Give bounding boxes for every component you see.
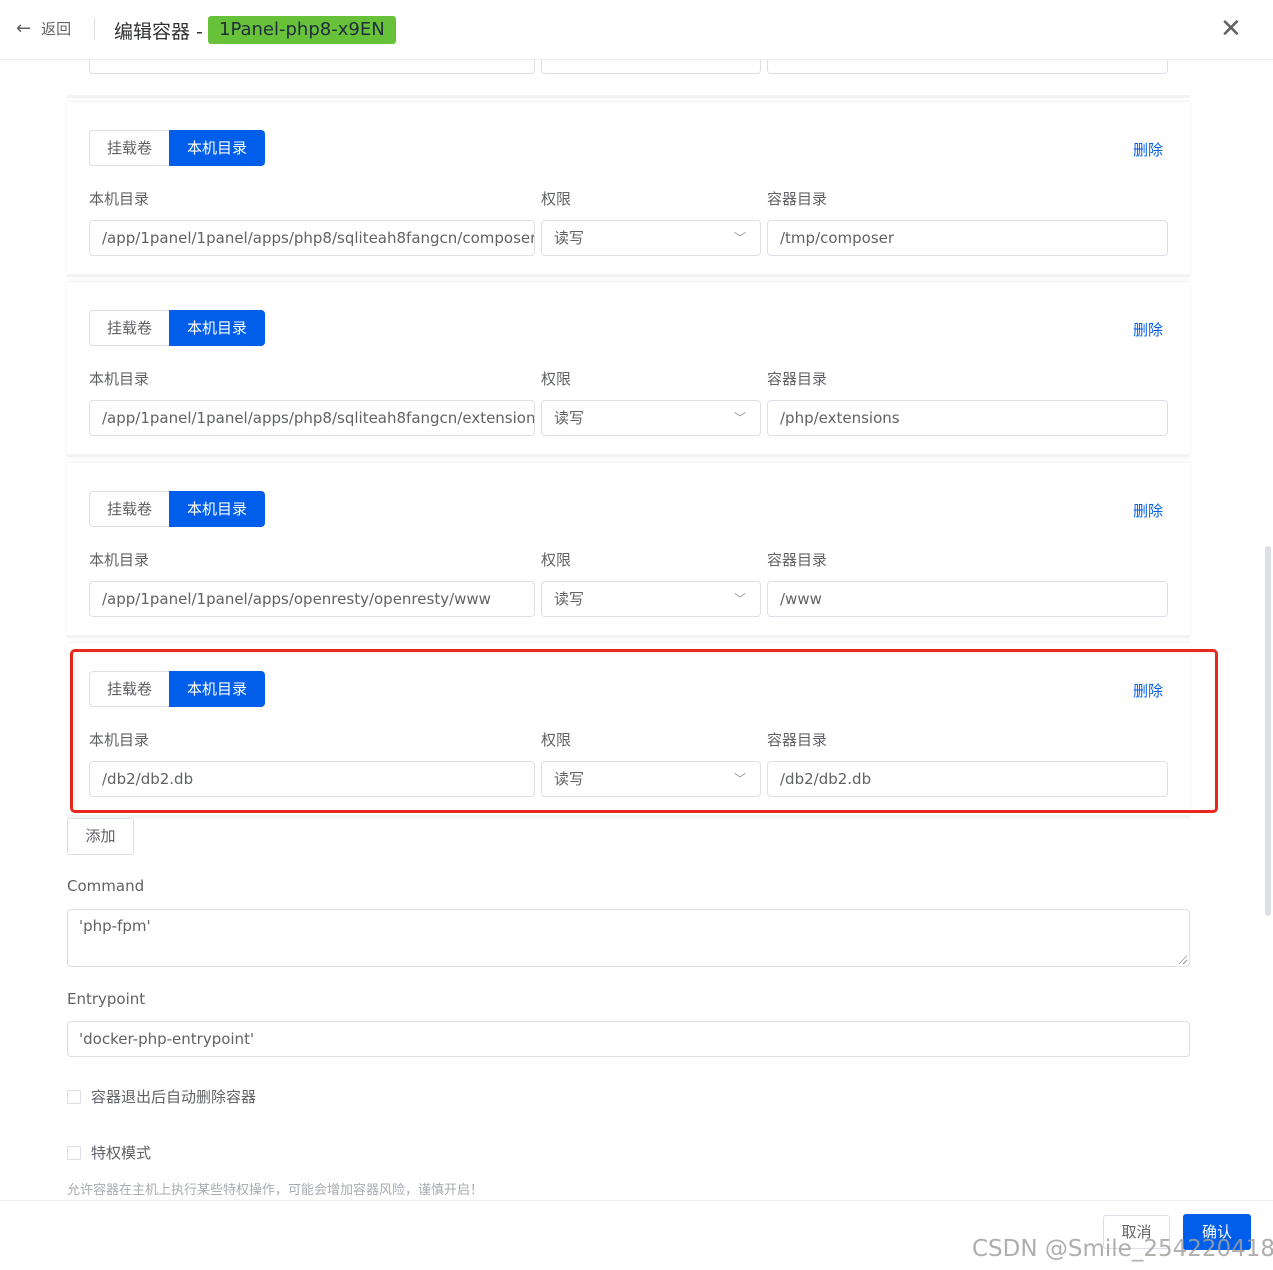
entrypoint-label: Entrypoint [67,990,146,1008]
back-label: 返回 [41,20,72,38]
mount-type-toggle: 挂载卷 本机目录 [89,491,266,527]
chevron-down-icon: ﹀ [733,772,746,786]
permission-value: 读写 [554,770,585,788]
scrollbar[interactable] [1265,546,1271,916]
permission-label: 权限 [541,190,572,208]
chevron-down-icon: ﹀ [733,592,746,606]
host-path-input[interactable]: /app/1panel/1panel/apps/php8/sqliteah8fa… [89,400,535,436]
mount-type-volume-button[interactable]: 挂载卷 [89,130,170,166]
auto-remove-label: 容器退出后自动删除容器 [91,1088,257,1106]
container-dir-label: 容器目录 [767,551,828,569]
host-path-input[interactable]: /app/1panel/1panel/apps/openresty/openre… [89,581,535,617]
permission-label: 权限 [541,370,572,388]
permission-value: 读写 [554,590,585,608]
mount-card: 挂载卷 本机目录 删除 本机目录 权限 容器目录 /app/1panel/1pa… [67,281,1190,457]
checkbox-box[interactable] [67,1089,81,1104]
mount-type-volume-button[interactable]: 挂载卷 [89,671,170,707]
permission-value: 读写 [554,229,585,247]
chevron-down-icon: ﹀ [733,411,746,425]
mount-type-toggle: 挂载卷 本机目录 [89,671,266,707]
mount-card: 挂载卷 本机目录 删除 本机目录 权限 容器目录 /app/1panel/1pa… [67,101,1190,277]
container-path-input[interactable]: /php/extensions [767,400,1168,436]
privileged-hint: 允许容器在主机上执行某些特权操作，可能会增加容器风险，谨慎开启！ [67,1183,484,1198]
mount-type-volume-button[interactable]: 挂载卷 [89,310,170,346]
host-dir-label: 本机目录 [89,731,150,749]
page-title: 编辑容器 - [114,21,203,43]
drawer-footer: 取消 确认 CSDN @Smile_254220418 [0,1200,1273,1270]
permission-value: 读写 [554,409,585,427]
container-dir-label: 容器目录 [767,190,828,208]
permission-label: 权限 [541,731,572,749]
permission-select[interactable]: 读写 ﹀ [541,400,761,436]
close-icon[interactable]: ✕ [1220,14,1242,44]
checkbox-box[interactable] [67,1145,81,1160]
delete-mount-link[interactable]: 删除 [1133,500,1163,521]
arrow-left-icon: ← [16,18,32,39]
delete-mount-link[interactable]: 删除 [1133,319,1163,340]
mount-type-volume-button[interactable]: 挂载卷 [89,491,170,527]
host-path-input[interactable]: /app/1panel/1panel/apps/php8/sqliteah8fa… [89,220,535,256]
add-mount-button[interactable]: 添加 [67,818,134,855]
permission-select[interactable]: 读写 ﹀ [541,220,761,256]
watermark: CSDN @Smile_254220418 [972,1236,1273,1262]
container-name-tag: 1Panel-php8-x9EN [208,16,396,44]
mount-type-host-button[interactable]: 本机目录 [169,310,266,346]
host-dir-label: 本机目录 [89,551,150,569]
mount-type-toggle: 挂载卷 本机目录 [89,310,266,346]
mount-card-partial [67,60,1190,98]
delete-mount-link[interactable]: 删除 [1133,139,1163,160]
host-dir-label: 本机目录 [89,190,150,208]
host-path-input-partial[interactable] [89,60,535,74]
header-divider [94,18,95,40]
auto-remove-checkbox[interactable]: 容器退出后自动删除容器 [67,1086,256,1107]
resize-grip-icon[interactable] [1178,955,1187,964]
permission-select[interactable]: 读写 ﹀ [541,581,761,617]
mount-card: 挂载卷 本机目录 删除 本机目录 权限 容器目录 /app/1panel/1pa… [67,462,1190,638]
command-label: Command [67,877,145,895]
container-dir-label: 容器目录 [767,731,828,749]
drawer-header: ← 返回 编辑容器 - 1Panel-php8-x9EN ✕ [0,0,1273,60]
command-value: 'php-fpm' [79,917,151,935]
permission-select[interactable]: 读写 ﹀ [541,761,761,797]
mount-type-host-button[interactable]: 本机目录 [169,671,266,707]
edit-container-drawer: ← 返回 编辑容器 - 1Panel-php8-x9EN ✕ 挂载卷 本机目录 … [0,0,1273,1270]
mount-type-host-button[interactable]: 本机目录 [169,491,266,527]
command-textarea[interactable]: 'php-fpm' [67,909,1190,967]
privileged-label: 特权模式 [91,1144,152,1162]
permission-select-partial[interactable] [541,60,761,74]
mount-type-toggle: 挂载卷 本机目录 [89,130,266,166]
entrypoint-input[interactable]: 'docker-php-entrypoint' [67,1021,1190,1057]
delete-mount-link[interactable]: 删除 [1133,680,1163,701]
host-path-input[interactable]: /db2/db2.db [89,761,535,797]
mount-type-host-button[interactable]: 本机目录 [169,130,266,166]
back-button[interactable]: ← 返回 [16,18,71,39]
container-path-input-partial[interactable] [767,60,1168,74]
container-path-input[interactable]: /tmp/composer [767,220,1168,256]
permission-label: 权限 [541,551,572,569]
container-path-input[interactable]: /www [767,581,1168,617]
privileged-checkbox[interactable]: 特权模式 [67,1142,151,1163]
chevron-down-icon: ﹀ [733,231,746,245]
container-dir-label: 容器目录 [767,370,828,388]
host-dir-label: 本机目录 [89,370,150,388]
mount-card: 挂载卷 本机目录 删除 本机目录 权限 容器目录 /db2/db2.db 读写 … [67,642,1190,818]
container-path-input[interactable]: /db2/db2.db [767,761,1168,797]
